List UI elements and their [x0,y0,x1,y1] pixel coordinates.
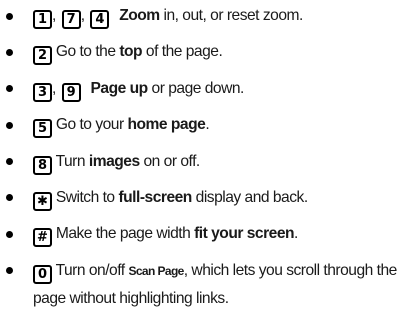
key-3: 3 [33,82,52,102]
description-text: . [205,116,210,134]
key-pound: # [33,228,52,248]
key-9: 9 [61,82,81,102]
description-text: Switch to [55,188,119,206]
shortcut-list: 1, 7, 4 Zoom in, out, or reset zoom. 2 G… [0,0,419,312]
key-1: 1 [33,10,52,29]
key-0: 0 [33,264,52,284]
bullet [6,230,13,238]
list-item-scan-page: 0 Turn on/off Scan Page, which lets you … [0,257,419,312]
emphasis-text: Zoom [119,7,160,24]
description-text: in, out, or reset zoom. [159,7,304,24]
emphasis-text: top [119,43,143,61]
description-text: . [294,225,298,243]
emphasis-text: Page up [90,79,149,97]
key-8: 8 [33,155,52,175]
list-item-full-screen: ✱ Switch to full-screen display and back… [0,187,419,211]
description-text: Go to the [55,43,120,61]
list-item-top: 2 Go to the top of the page. [0,41,419,66]
bullet [6,158,13,166]
bullet [6,194,13,202]
description-text: of the page. [142,43,223,61]
list-item-page-up-down: 3, 9 Page up or page down. [0,78,419,102]
description-text: or page down. [147,79,245,97]
emphasis-text: home page [127,116,206,134]
list-item-home-page: 5 Go to your home page. [0,114,419,139]
emphasis-text: full-screen [118,188,192,206]
separator: , [52,7,56,24]
separator: , [80,7,85,24]
emphasis-text: images [88,152,140,170]
bullet [6,48,13,56]
key-5: 5 [33,119,52,139]
separator: , [52,79,56,97]
description-text: Turn [55,152,89,170]
bullet [6,266,13,274]
description-text: on or off. [139,152,200,170]
key-7: 7 [61,10,81,29]
description-text: Make the page width [55,225,195,243]
emphasis-text: fit your screen [194,225,295,243]
description-text: Go to your [55,116,128,134]
list-item-images: 8 Turn images on or off. [0,151,419,175]
bullet [6,121,13,129]
list-item-zoom: 1, 7, 4 Zoom in, out, or reset zoom. [0,5,419,29]
list-item-fit-screen: # Make the page width fit your screen. [0,223,419,248]
description-text: Turn on/off [55,261,129,279]
key-star: ✱ [33,191,52,211]
emphasis-text: Scan Page [128,263,184,278]
key-2: 2 [33,46,52,66]
bullet [6,85,13,93]
description-text: display and back. [191,188,308,206]
bullet [6,12,13,20]
key-4: 4 [90,10,110,29]
